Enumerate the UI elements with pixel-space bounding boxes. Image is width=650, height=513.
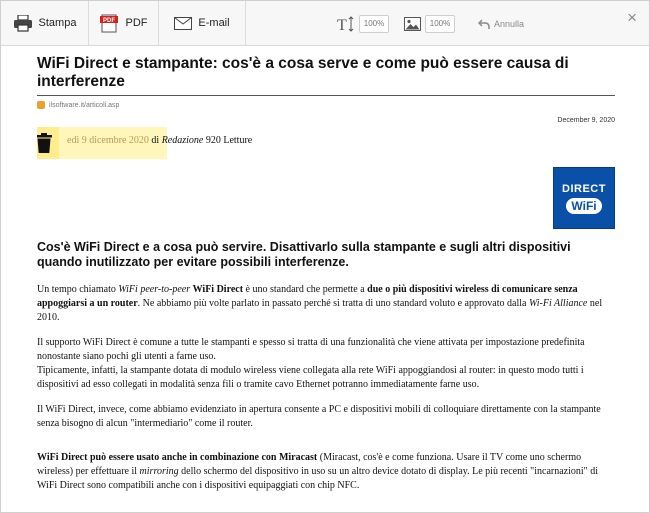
p1-text-a: Un tempo chiamato	[37, 284, 119, 295]
meta-reads: 920 Letture	[203, 135, 253, 146]
email-label: E-mail	[198, 17, 230, 29]
svg-text:T: T	[337, 17, 347, 32]
wifi-direct-logo: DIRECT WiFi	[553, 167, 615, 229]
source-line: ilsoftware.it/articoli.asp	[37, 101, 615, 109]
article-date: December 9, 2020	[557, 117, 615, 124]
paragraph-1: Un tempo chiamato WiFi peer-to-peer WiFi…	[37, 283, 615, 325]
p4-text-c: mirroring	[139, 466, 179, 477]
p4-text-a: WiFi Direct può essere usato anche in co…	[37, 452, 318, 463]
meta-day: edì 9 dicembre 2020	[67, 135, 149, 146]
p2-text-a: Il supporto WiFi Direct è comune a tutte…	[37, 337, 585, 362]
envelope-icon	[174, 16, 193, 30]
undo-button[interactable]: Annulla	[478, 13, 524, 35]
paragraph-2: Il supporto WiFi Direct è comune a tutte…	[37, 336, 615, 392]
meta-author: Redazione	[161, 135, 204, 146]
meta-by: di	[148, 135, 162, 146]
p1-text-g: . Ne abbiamo più volte parlato in passat…	[137, 298, 529, 309]
pdf-badge: PDF	[103, 18, 115, 24]
image-icon	[404, 17, 421, 31]
article-subtitle: Cos'è WiFi Direct e a cosa può servire. …	[37, 240, 571, 269]
pdf-button[interactable]: PDF PDF	[89, 1, 159, 45]
image-size-value[interactable]: 100%	[425, 15, 455, 33]
close-icon: ×	[627, 8, 637, 27]
logo-line2: WiFi	[566, 197, 602, 214]
print-button[interactable]: Stampa	[1, 1, 89, 45]
p1-text-h: Wi-Fi Alliance	[528, 298, 588, 309]
text-size-value[interactable]: 100%	[359, 15, 389, 33]
text-size-icon: T	[337, 16, 354, 32]
p1-text-d: WiFi Direct	[192, 284, 244, 295]
site-favicon-icon	[37, 101, 45, 109]
p2-text-b: Tipicamente, infatti, la stampante dotat…	[37, 365, 584, 390]
text-size-control[interactable]: T 100%	[337, 13, 389, 35]
article-body: Un tempo chiamato WiFi peer-to-peer WiFi…	[37, 283, 615, 504]
pdf-icon: PDF	[99, 14, 118, 32]
p1-text-e: è uno standard che permette a	[243, 284, 368, 295]
p1-text-b: WiFi peer-to-peer	[118, 284, 191, 295]
article-title: WiFi Direct e stampante: cos'è a cosa se…	[37, 55, 569, 90]
email-button[interactable]: E-mail	[159, 1, 246, 45]
printer-icon	[13, 14, 32, 32]
source-url[interactable]: ilsoftware.it/articoli.asp	[49, 102, 119, 109]
trash-icon	[37, 133, 52, 153]
undo-label: Annulla	[494, 19, 525, 29]
delete-element-button[interactable]	[37, 127, 59, 159]
print-preview-window: Stampa PDF PDF E-mail T 100% 100% Annull…	[0, 0, 650, 513]
toolbar: Stampa PDF PDF E-mail T 100% 100% Annull…	[1, 1, 649, 46]
print-label: Stampa	[38, 17, 77, 29]
article-content: WiFi Direct e stampante: cos'è a cosa se…	[37, 45, 615, 512]
undo-icon	[478, 19, 490, 29]
image-size-control[interactable]: 100%	[404, 13, 455, 35]
pdf-label: PDF	[125, 17, 148, 29]
close-button[interactable]: ×	[627, 9, 637, 26]
title-divider	[37, 95, 615, 96]
logo-line1: DIRECT	[562, 182, 606, 195]
article-meta: edì 9 dicembre 2020 di Redazione 920 Let…	[37, 127, 615, 159]
meta-text: edì 9 dicembre 2020 di Redazione 920 Let…	[67, 135, 252, 146]
paragraph-3: Il WiFi Direct, invece, come abbiamo evi…	[37, 404, 601, 429]
paragraph-4: WiFi Direct può essere usato anche in co…	[37, 451, 615, 493]
